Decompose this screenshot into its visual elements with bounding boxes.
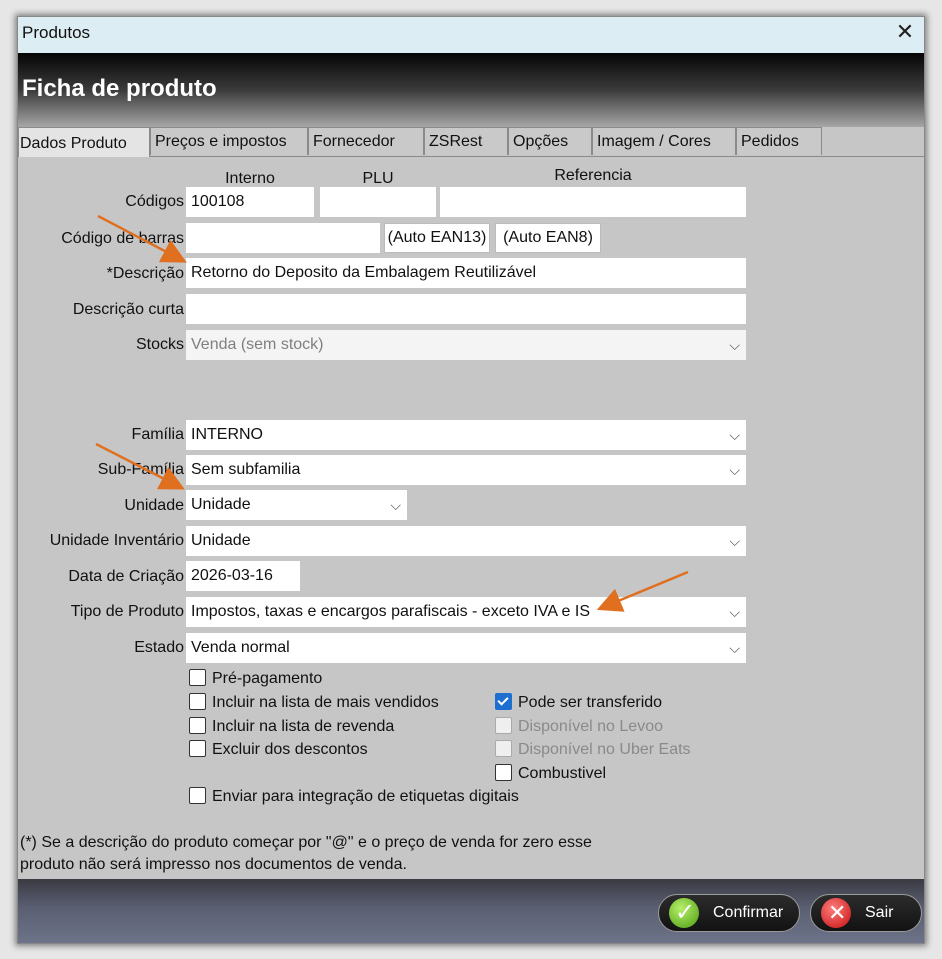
checkbox-box bbox=[189, 693, 206, 710]
estado-value: Venda normal bbox=[191, 639, 290, 656]
chevron-down-icon: ⌵ bbox=[729, 462, 740, 478]
auto-ean13-button[interactable]: (Auto EAN13) bbox=[384, 223, 490, 253]
combustivel-checkbox[interactable]: Combustivel bbox=[495, 764, 606, 783]
chevron-down-icon: ⌵ bbox=[729, 604, 740, 620]
unidade-inventario-value: Unidade bbox=[191, 532, 251, 549]
unidade-select[interactable]: Unidade ⌵ bbox=[186, 490, 407, 520]
tipo-produto-select[interactable]: Impostos, taxas e encargos parafiscais -… bbox=[186, 597, 746, 627]
tab-precos-impostos[interactable]: Preços e impostos bbox=[150, 127, 308, 155]
revenda-checkbox[interactable]: Incluir na lista de revenda bbox=[189, 717, 394, 736]
exit-label: Sair bbox=[865, 904, 894, 921]
tab-zsrest[interactable]: ZSRest bbox=[424, 127, 508, 155]
checkbox-box bbox=[495, 764, 512, 781]
tab-bar: Dados Produto Preços e impostos Forneced… bbox=[18, 127, 924, 157]
disponivel-levoo-checkbox: Disponível no Levoo bbox=[495, 717, 663, 736]
estado-select[interactable]: Venda normal ⌵ bbox=[186, 633, 746, 663]
disponivel-uber-eats-checkbox: Disponível no Uber Eats bbox=[495, 740, 691, 759]
note-line-2: produto não será impresso nos documentos… bbox=[20, 856, 407, 873]
footer-bar: Confirmar Sair bbox=[18, 879, 924, 943]
codigo-barras-input[interactable] bbox=[186, 223, 380, 253]
x-circle-icon bbox=[821, 895, 851, 931]
title-bar: Produtos ✕ bbox=[18, 17, 924, 53]
subfamilia-label: Sub-Família bbox=[97, 461, 184, 478]
plu-input[interactable] bbox=[320, 187, 436, 217]
unidade-inventario-label: Unidade Inventário bbox=[49, 532, 184, 549]
descricao-curta-input[interactable] bbox=[186, 294, 746, 324]
familia-label: Família bbox=[131, 426, 184, 443]
column-header-referencia: Referencia bbox=[554, 167, 632, 184]
checkbox-box bbox=[189, 717, 206, 734]
checkbox-box bbox=[189, 787, 206, 804]
data-criacao-input[interactable]: 2026-03-16 bbox=[186, 561, 300, 591]
codigos-label: Códigos bbox=[125, 193, 184, 210]
pre-pagamento-label: Pré-pagamento bbox=[212, 670, 323, 687]
excluir-descontos-label: Excluir dos descontos bbox=[212, 741, 368, 758]
descricao-label: *Descrição bbox=[106, 265, 184, 282]
subfamilia-value: Sem subfamilia bbox=[191, 461, 301, 478]
chevron-down-icon: ⌵ bbox=[390, 497, 401, 513]
etiquetas-digitais-label: Enviar para integração de etiquetas digi… bbox=[212, 788, 519, 805]
note-line-1: (*) Se a descrição do produto começar po… bbox=[20, 834, 592, 851]
combustivel-label: Combustivel bbox=[518, 765, 607, 782]
window-title: Produtos bbox=[22, 23, 91, 42]
chevron-down-icon: ⌵ bbox=[729, 533, 740, 549]
referencia-input[interactable] bbox=[440, 187, 746, 217]
pode-ser-transferido-label: Pode ser transferido bbox=[518, 694, 663, 711]
exit-button[interactable]: Sair bbox=[810, 894, 922, 932]
page-title: Ficha de produto bbox=[22, 75, 217, 102]
stocks-label: Stocks bbox=[135, 336, 184, 353]
mais-vendidos-label: Incluir na lista de mais vendidos bbox=[212, 694, 439, 711]
tab-fornecedor[interactable]: Fornecedor bbox=[308, 127, 424, 155]
disponivel-uber-eats-label: Disponível no Uber Eats bbox=[518, 741, 691, 758]
chevron-down-icon: ⌵ bbox=[729, 640, 740, 656]
unidade-label: Unidade bbox=[124, 497, 184, 514]
stocks-select[interactable]: Venda (sem stock) ⌵ bbox=[186, 330, 746, 360]
data-criacao-label: Data de Criação bbox=[68, 568, 184, 585]
tipo-produto-label: Tipo de Produto bbox=[70, 603, 184, 620]
familia-select[interactable]: INTERNO ⌵ bbox=[186, 420, 746, 450]
descricao-curta-label: Descrição curta bbox=[72, 301, 184, 318]
familia-value: INTERNO bbox=[191, 426, 263, 443]
etiquetas-digitais-checkbox[interactable]: Enviar para integração de etiquetas digi… bbox=[189, 787, 519, 806]
tab-pedidos[interactable]: Pedidos bbox=[736, 127, 822, 155]
codigo-interno-input[interactable]: 100108 bbox=[186, 187, 314, 217]
estado-label: Estado bbox=[134, 639, 184, 656]
description-note: (*) Se a descrição do produto começar po… bbox=[20, 832, 592, 876]
unidade-inventario-select[interactable]: Unidade ⌵ bbox=[186, 526, 746, 556]
unidade-value: Unidade bbox=[191, 496, 251, 513]
checkbox-box bbox=[189, 669, 206, 686]
check-circle-icon bbox=[669, 895, 699, 931]
excluir-descontos-checkbox[interactable]: Excluir dos descontos bbox=[189, 740, 368, 759]
chevron-down-icon: ⌵ bbox=[729, 427, 740, 443]
stocks-value: Venda (sem stock) bbox=[191, 336, 324, 353]
pre-pagamento-checkbox[interactable]: Pré-pagamento bbox=[189, 669, 322, 688]
column-header-interno: Interno bbox=[225, 170, 275, 187]
codigo-barras-label: Código de barras bbox=[61, 230, 184, 247]
chevron-down-icon: ⌵ bbox=[729, 337, 740, 353]
tipo-produto-value: Impostos, taxas e encargos parafiscais -… bbox=[191, 603, 591, 620]
auto-ean8-button[interactable]: (Auto EAN8) bbox=[495, 223, 601, 253]
close-icon[interactable]: ✕ bbox=[892, 19, 918, 45]
tab-opcoes[interactable]: Opções bbox=[508, 127, 592, 155]
mais-vendidos-checkbox[interactable]: Incluir na lista de mais vendidos bbox=[189, 693, 439, 712]
descricao-input[interactable]: Retorno do Deposito da Embalagem Reutili… bbox=[186, 258, 746, 288]
subfamilia-select[interactable]: Sem subfamilia ⌵ bbox=[186, 455, 746, 485]
tab-imagem-cores[interactable]: Imagem / Cores bbox=[592, 127, 736, 155]
checkbox-checked bbox=[495, 693, 512, 710]
checkbox-box bbox=[495, 717, 512, 734]
confirm-button[interactable]: Confirmar bbox=[658, 894, 800, 932]
column-header-plu: PLU bbox=[362, 170, 394, 187]
product-window: Produtos ✕ Ficha de produto Dados Produt… bbox=[17, 16, 925, 944]
confirm-label: Confirmar bbox=[713, 904, 784, 921]
checkbox-box bbox=[189, 740, 206, 757]
disponivel-levoo-label: Disponível no Levoo bbox=[518, 718, 663, 735]
pode-ser-transferido-checkbox[interactable]: Pode ser transferido bbox=[495, 693, 662, 712]
revenda-label: Incluir na lista de revenda bbox=[212, 718, 395, 735]
tab-dados-produto[interactable]: Dados Produto bbox=[18, 127, 150, 157]
header-banner: Ficha de produto bbox=[18, 53, 924, 127]
checkbox-box bbox=[495, 740, 512, 757]
